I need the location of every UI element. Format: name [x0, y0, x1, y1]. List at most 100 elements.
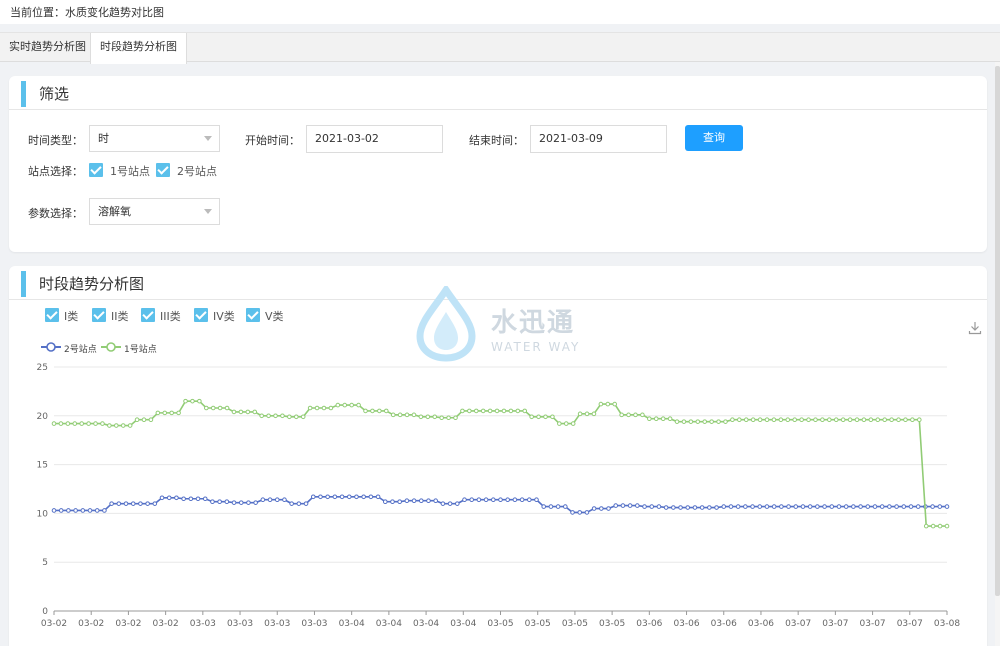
data-point [667, 416, 673, 422]
data-point [195, 496, 201, 502]
data-point [695, 419, 701, 424]
data-point [287, 414, 292, 420]
data-point [453, 415, 458, 421]
data-point [66, 508, 71, 513]
data-point [584, 411, 590, 417]
data-point [501, 408, 507, 414]
data-point [901, 504, 907, 509]
data-point [238, 409, 244, 415]
class-5-checkbox[interactable] [246, 308, 260, 322]
data-point [483, 497, 489, 503]
data-point [440, 501, 446, 506]
scrollbar-thumb[interactable] [995, 66, 1000, 596]
data-point [786, 504, 791, 509]
param-select[interactable]: 溶解氧 [89, 198, 220, 225]
legend-marker-series-2[interactable] [40, 340, 62, 354]
data-point [210, 499, 215, 504]
data-point [833, 417, 839, 423]
data-point [114, 423, 119, 428]
data-point [498, 497, 503, 503]
query-button[interactable]: 查询 [685, 125, 743, 151]
data-point [847, 417, 853, 423]
data-point [555, 504, 561, 509]
data-point [642, 504, 647, 509]
data-point [612, 401, 618, 407]
data-point [917, 417, 922, 423]
data-point [868, 417, 874, 423]
data-point [685, 505, 691, 510]
data-point [289, 501, 294, 506]
tab-period-trend[interactable]: 时段趋势分析图 [90, 33, 187, 64]
data-point [505, 497, 511, 503]
data-point [653, 416, 659, 422]
x-tick-label: 03-02 [78, 619, 104, 629]
filter-panel-header: 筛选 [9, 76, 987, 110]
data-point [716, 419, 721, 424]
legend-marker-series-1[interactable] [100, 340, 122, 354]
station-1-checkbox[interactable] [89, 163, 103, 177]
data-point [882, 417, 887, 423]
class-5-label: V类 [265, 310, 284, 323]
x-tick-label: 03-06 [673, 619, 699, 629]
data-point [260, 497, 266, 503]
data-point [512, 497, 518, 503]
data-point [354, 494, 359, 500]
class-2-label: II类 [111, 310, 129, 323]
data-point [903, 417, 908, 423]
data-point [454, 501, 460, 506]
data-point [548, 504, 554, 509]
data-point [383, 408, 389, 414]
data-point [169, 410, 174, 416]
data-point [660, 416, 666, 422]
data-point [86, 421, 91, 426]
data-point [674, 419, 680, 424]
data-point [155, 410, 161, 416]
class-1-checkbox[interactable] [45, 308, 59, 322]
data-point [730, 417, 735, 423]
data-point [626, 412, 631, 418]
data-point [714, 505, 719, 510]
data-point [425, 414, 431, 420]
water-drop-logo-icon [416, 286, 476, 362]
data-point [447, 501, 453, 506]
data-point [332, 494, 338, 500]
x-tick-label: 03-03 [190, 619, 216, 629]
param-label: 参数选择： [28, 207, 83, 220]
class-4-checkbox[interactable] [194, 308, 208, 322]
class-2-checkbox[interactable] [92, 308, 106, 322]
data-point [543, 414, 548, 420]
data-point [231, 500, 237, 505]
data-point [750, 417, 756, 423]
station-2-checkbox[interactable] [156, 163, 170, 177]
data-point [152, 501, 158, 506]
end-time-input[interactable]: 2021-03-09 [530, 125, 667, 153]
legend-label-series-1: 1号站点 [124, 345, 157, 355]
data-point [217, 499, 222, 504]
data-point [619, 412, 624, 418]
data-point [806, 417, 811, 423]
data-point [462, 497, 467, 503]
time-type-select[interactable]: 时 [89, 125, 220, 152]
data-point [390, 412, 396, 418]
data-point [908, 504, 914, 509]
data-point [827, 417, 832, 423]
data-point [764, 504, 770, 509]
download-icon[interactable] [968, 321, 982, 335]
chevron-down-icon [204, 209, 212, 214]
data-point [134, 417, 140, 423]
data-point [238, 500, 244, 505]
data-point [432, 414, 438, 420]
data-point [469, 497, 474, 503]
data-point [605, 401, 611, 407]
data-point [702, 419, 708, 424]
data-point [73, 508, 78, 513]
legend-label-series-2: 2号站点 [64, 345, 97, 355]
data-point [87, 508, 93, 513]
data-point [141, 417, 147, 423]
tab-realtime-trend[interactable]: 实时趋势分析图 [0, 33, 95, 63]
x-tick-label: 03-03 [227, 619, 253, 629]
data-point [349, 402, 354, 408]
filter-title: 筛选 [39, 85, 70, 103]
start-time-input[interactable]: 2021-03-02 [306, 125, 443, 153]
class-3-checkbox[interactable] [141, 308, 155, 322]
